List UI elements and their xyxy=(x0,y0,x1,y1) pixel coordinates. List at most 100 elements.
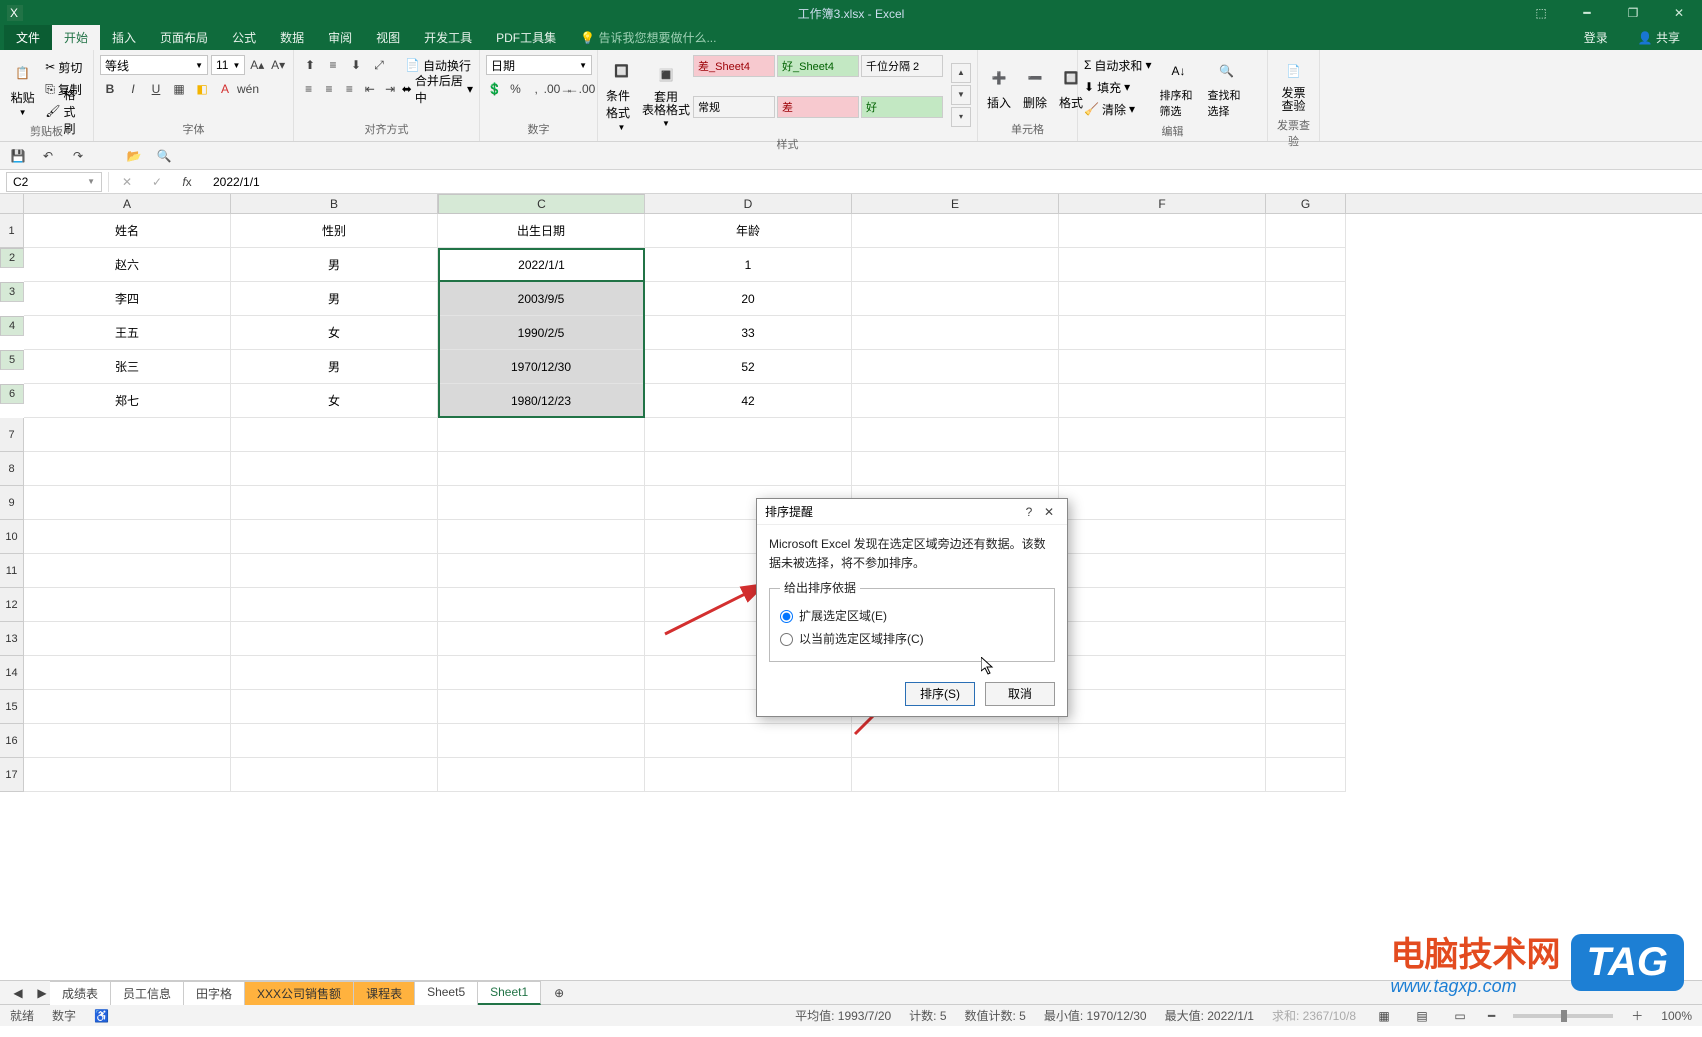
cell[interactable]: 1980/12/23 xyxy=(438,384,645,418)
paste-button[interactable]: 📋 粘贴 ▼ xyxy=(6,55,39,121)
cell[interactable] xyxy=(1266,316,1346,350)
cell[interactable]: 男 xyxy=(231,282,438,316)
new-sheet-button[interactable]: ⊕ xyxy=(549,983,569,1003)
name-box[interactable]: C2▼ xyxy=(6,172,102,192)
cell[interactable] xyxy=(231,622,438,656)
row-header[interactable]: 5 xyxy=(0,350,24,370)
tab-insert[interactable]: 插入 xyxy=(100,25,148,50)
cell[interactable] xyxy=(231,656,438,690)
style-normal[interactable]: 常规 xyxy=(693,96,775,118)
open-icon[interactable]: 📂 xyxy=(124,146,144,166)
col-header-B[interactable]: B xyxy=(231,194,438,213)
cell[interactable] xyxy=(1266,520,1346,554)
cell[interactable] xyxy=(1266,350,1346,384)
cell[interactable] xyxy=(24,418,231,452)
sheet-tab[interactable]: Sheet5 xyxy=(415,981,478,1005)
cell[interactable] xyxy=(438,622,645,656)
underline-button[interactable]: U xyxy=(146,79,166,99)
cell[interactable] xyxy=(1266,486,1346,520)
dialog-help-icon[interactable]: ? xyxy=(1019,502,1039,522)
style-good[interactable]: 好 xyxy=(861,96,943,118)
number-format-select[interactable]: 日期▼ xyxy=(486,55,592,75)
formula-input[interactable] xyxy=(205,172,1702,192)
tab-formula[interactable]: 公式 xyxy=(220,25,268,50)
percent-icon[interactable]: % xyxy=(507,79,525,99)
cell[interactable]: 男 xyxy=(231,350,438,384)
cell[interactable] xyxy=(1059,350,1266,384)
cell[interactable] xyxy=(645,758,852,792)
clear-button[interactable]: 🧹 清除 ▾ xyxy=(1084,99,1151,119)
cell[interactable]: 年龄 xyxy=(645,214,852,248)
cell[interactable]: 性别 xyxy=(231,214,438,248)
fill-color-button[interactable]: ◧ xyxy=(192,79,212,99)
col-header-G[interactable]: G xyxy=(1266,194,1346,213)
cell[interactable] xyxy=(1059,418,1266,452)
cell[interactable] xyxy=(1059,622,1266,656)
cell[interactable] xyxy=(1266,384,1346,418)
cell[interactable]: 1 xyxy=(645,248,852,282)
cell[interactable] xyxy=(1059,520,1266,554)
cut-button[interactable]: ✂ 剪切 xyxy=(45,57,87,77)
sheet-tab[interactable]: 田字格 xyxy=(184,981,245,1005)
zoom-in-icon[interactable]: ＋ xyxy=(1631,1007,1643,1024)
col-header-F[interactable]: F xyxy=(1059,194,1266,213)
cell[interactable] xyxy=(438,588,645,622)
radio-current-selection[interactable]: 以当前选定区域排序(C) xyxy=(780,628,1044,651)
cell[interactable] xyxy=(24,588,231,622)
zoom-slider[interactable] xyxy=(1513,1014,1613,1018)
cell[interactable] xyxy=(1266,588,1346,622)
cell[interactable] xyxy=(24,758,231,792)
cell[interactable] xyxy=(1266,418,1346,452)
shrink-font-icon[interactable]: A▾ xyxy=(269,55,287,75)
share-button[interactable]: 👤 共享 xyxy=(1626,25,1692,50)
cell[interactable] xyxy=(1266,452,1346,486)
align-left-icon[interactable]: ≡ xyxy=(300,79,317,99)
minimize-button[interactable]: ━ xyxy=(1564,0,1610,26)
tab-home[interactable]: 开始 xyxy=(52,25,100,50)
indent-dec-icon[interactable]: ⇤ xyxy=(361,79,378,99)
sort-ok-button[interactable]: 排序(S) xyxy=(905,682,975,706)
restore-button[interactable]: ❐ xyxy=(1610,0,1656,26)
style-more-icon[interactable]: ▾ xyxy=(951,107,971,127)
cell[interactable] xyxy=(24,554,231,588)
row-header[interactable]: 10 xyxy=(0,520,24,554)
cell[interactable] xyxy=(231,418,438,452)
cell[interactable]: 王五 xyxy=(24,316,231,350)
row-header[interactable]: 2 xyxy=(0,248,24,268)
col-header-E[interactable]: E xyxy=(852,194,1059,213)
cell[interactable] xyxy=(24,486,231,520)
cell[interactable] xyxy=(1059,554,1266,588)
tab-review[interactable]: 审阅 xyxy=(316,25,364,50)
cell[interactable] xyxy=(438,690,645,724)
redo-icon[interactable]: ↷ xyxy=(68,146,88,166)
font-color-button[interactable]: A xyxy=(215,79,235,99)
row-header[interactable]: 12 xyxy=(0,588,24,622)
cell[interactable] xyxy=(231,520,438,554)
cell[interactable] xyxy=(438,724,645,758)
cell[interactable] xyxy=(438,486,645,520)
col-header-A[interactable]: A xyxy=(24,194,231,213)
cell[interactable]: 郑七 xyxy=(24,384,231,418)
col-header-C[interactable]: C xyxy=(438,194,645,214)
select-all-corner[interactable] xyxy=(0,194,24,213)
row-header[interactable]: 15 xyxy=(0,690,24,724)
cell[interactable]: 20 xyxy=(645,282,852,316)
row-header[interactable]: 14 xyxy=(0,656,24,690)
cell[interactable] xyxy=(852,384,1059,418)
cell[interactable] xyxy=(1266,724,1346,758)
cell[interactable] xyxy=(24,520,231,554)
cell[interactable] xyxy=(438,452,645,486)
cell[interactable] xyxy=(24,724,231,758)
sheet-nav-next-icon[interactable]: ▶ xyxy=(32,983,52,1003)
cell[interactable] xyxy=(1059,656,1266,690)
merge-center-button[interactable]: ⬌ 合并后居中 ▾ xyxy=(402,79,473,99)
cell[interactable] xyxy=(852,758,1059,792)
tab-pdf[interactable]: PDF工具集 xyxy=(484,25,568,50)
style-bad[interactable]: 差 xyxy=(777,96,859,118)
cell-styles-gallery[interactable]: 差_Sheet4 好_Sheet4 千位分隔 2 常规 差 好 xyxy=(693,55,943,134)
align-middle-icon[interactable]: ≡ xyxy=(323,55,343,75)
enter-formula-icon[interactable]: ✓ xyxy=(147,172,167,192)
print-preview-icon[interactable]: 🔍 xyxy=(154,146,174,166)
cell[interactable]: 52 xyxy=(645,350,852,384)
cell[interactable] xyxy=(438,554,645,588)
